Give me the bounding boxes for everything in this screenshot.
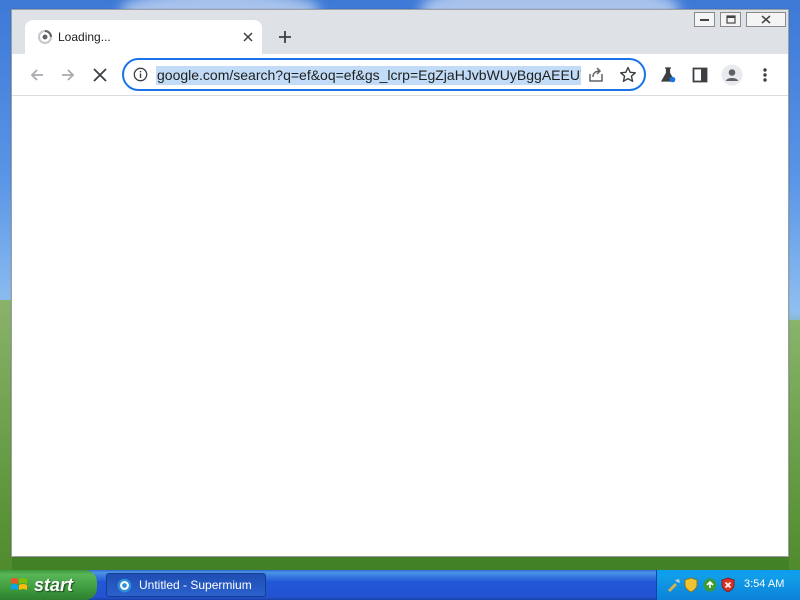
plus-icon [279,31,291,43]
share-icon[interactable] [586,65,606,85]
address-bar[interactable]: google.com/search?q=ef&oq=ef&gs_lcrp=EgZ… [122,58,646,91]
security-shield-icon[interactable] [683,577,699,593]
extensions-button[interactable] [656,63,680,87]
start-label: start [34,574,74,595]
stop-loading-button[interactable] [88,63,112,87]
new-tab-button[interactable] [275,27,295,47]
browser-window: Loading... google.com/search?q=ef&oq=ef&… [11,9,789,557]
tab-close-button[interactable] [240,29,256,45]
loading-spinner-icon [38,30,52,44]
minimize-button[interactable] [694,12,715,27]
close-icon [93,68,107,82]
arrow-left-icon [30,69,43,81]
close-icon [761,15,771,24]
side-panel-icon [692,67,708,83]
start-button[interactable]: start [0,570,97,600]
page-content[interactable] [12,96,788,556]
taskbar-item-supermium[interactable]: Untitled - Supermium [106,573,266,597]
wallpaper-grass [789,320,800,570]
windows-logo-icon [11,578,27,590]
browser-titlebar: Loading... [12,10,788,54]
tab-loading[interactable]: Loading... [25,20,262,54]
clock[interactable]: 3:54 AM [744,578,784,590]
system-tray: 3:54 AM [656,570,800,600]
back-button[interactable] [25,63,49,87]
profile-button[interactable] [720,63,744,87]
avatar-icon [721,64,743,86]
shield-alert-icon[interactable] [720,577,736,593]
flask-icon [660,67,676,83]
side-panel-button[interactable] [688,63,712,87]
network-tools-icon[interactable] [666,577,682,593]
tab-title: Loading... [58,30,111,44]
forward-button[interactable] [56,63,80,87]
url-text[interactable]: google.com/search?q=ef&oq=ef&gs_lcrp=EgZ… [156,66,581,85]
menu-button[interactable] [753,63,777,87]
bookmark-star-icon[interactable] [618,65,638,85]
browser-toolbar: google.com/search?q=ef&oq=ef&gs_lcrp=EgZ… [12,54,788,96]
restore-button[interactable] [720,12,741,27]
taskbar-item-label: Untitled - Supermium [139,578,252,592]
close-icon [243,32,253,42]
minimize-icon [700,19,709,21]
info-icon[interactable] [133,67,148,82]
taskbar: start Untitled - Supermium 3:54 AM [0,570,800,600]
close-window-button[interactable] [746,12,786,27]
arrow-right-icon [62,69,75,81]
more-vert-icon [763,68,767,82]
update-icon[interactable] [702,577,718,593]
restore-icon [725,15,736,24]
browser-icon [117,578,132,592]
